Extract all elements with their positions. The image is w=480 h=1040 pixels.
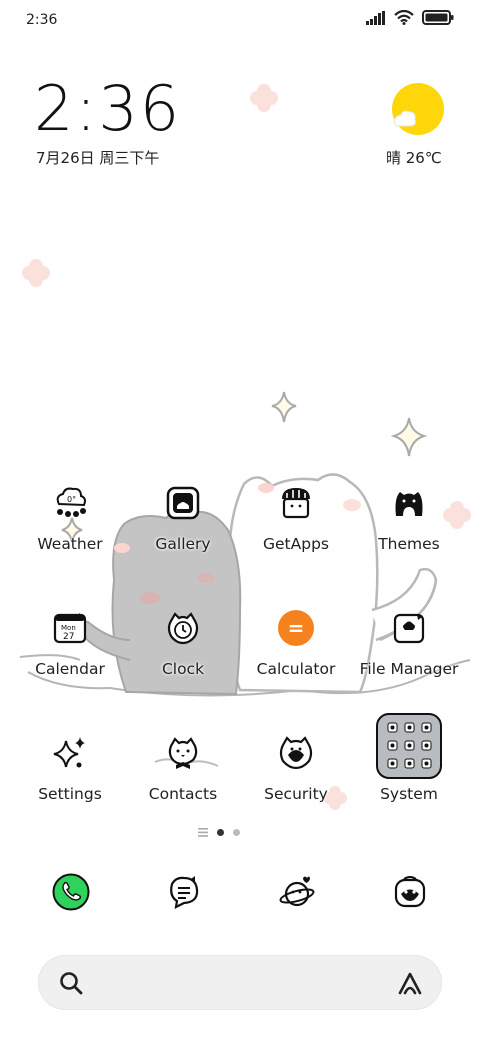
app-label: Themes [378,535,440,553]
dock-camera[interactable] [380,862,440,922]
calculator-icon: = [271,603,321,653]
status-time: 2:36 [26,12,58,28]
app-label: Clock [161,660,205,678]
app-label: Settings [38,785,102,803]
themes-cat-icon [384,478,434,528]
app-label: File Manager [359,660,459,678]
app-label: Weather [37,535,103,553]
svg-text:=: = [288,616,305,640]
camera-robot-icon [394,876,426,908]
battery-icon [422,10,454,25]
list-pages-icon [198,828,208,837]
svg-text:27: 27 [63,632,74,642]
dock-messages[interactable] [154,862,214,922]
contacts-icon [158,728,208,778]
app-weather[interactable]: 0° Weather [10,478,130,568]
svg-text:0°: 0° [67,495,76,504]
security-icon [271,728,321,778]
dock-browser[interactable] [267,862,327,922]
page-indicator[interactable] [198,828,240,837]
page-dot [233,829,240,836]
app-settings[interactable]: Settings [10,728,130,818]
app-label: Calendar [35,660,105,678]
assistant-icon[interactable] [396,969,424,997]
app-security[interactable]: Security [236,728,356,818]
page-dot-active [217,829,224,836]
app-label: Security [264,785,328,803]
app-contacts[interactable]: Contacts [123,728,243,818]
app-file-manager[interactable]: File Manager [349,603,469,693]
gallery-icon [158,478,208,528]
app-themes[interactable]: Themes [349,478,469,568]
sparkle-settings-icon [45,728,95,778]
messages-icon [170,876,199,909]
clock-widget-date[interactable]: 7月26日 周三下午 [36,147,159,168]
app-getapps[interactable]: GetApps [236,478,356,568]
getapps-store-icon [271,478,321,528]
dock-phone[interactable] [41,862,101,922]
file-manager-icon [384,603,434,653]
weather-widget-text[interactable]: 晴 26℃ [386,147,442,168]
app-label: System [380,785,438,803]
browser-planet-icon [279,876,315,907]
sunny-cloud-icon[interactable] [391,83,445,137]
clock-icon [158,603,208,653]
calendar-icon: Mon 27 [45,603,95,653]
app-label: Contacts [148,785,218,803]
search-icon[interactable] [58,970,84,996]
app-label: Gallery [155,535,211,553]
phone-icon [52,873,90,911]
status-icons [366,10,454,25]
clock-widget-time[interactable]: 2:36 [34,72,181,145]
svg-text:Mon: Mon [61,624,76,632]
app-label: GetApps [263,535,329,553]
app-label: Calculator [256,660,336,678]
system-folder-icon [376,713,442,779]
app-calendar[interactable]: Mon 27 Calendar [10,603,130,693]
search-bar[interactable] [38,955,442,1010]
app-clock[interactable]: Clock [123,603,243,693]
signal-icon [366,10,385,25]
app-gallery[interactable]: Gallery [123,478,243,568]
app-calculator[interactable]: = Calculator [236,603,356,693]
wifi-icon [394,10,414,25]
app-system-folder[interactable]: System [349,713,469,818]
weather-cloud-icon: 0° [45,478,95,528]
